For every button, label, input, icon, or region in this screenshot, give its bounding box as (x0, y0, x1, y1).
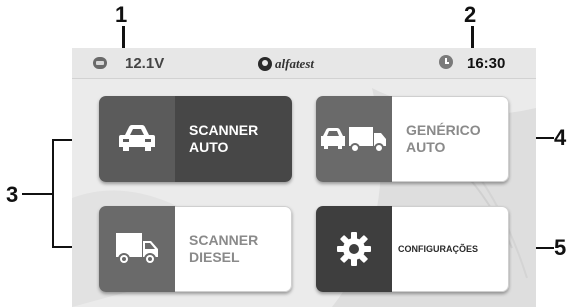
generico-auto-button[interactable]: GENÉRICO AUTO (316, 96, 509, 182)
callout-2: 2 (464, 2, 477, 27)
tile-icon-area (99, 96, 175, 182)
clock-icon (439, 55, 453, 69)
tile-label-line1: SCANNER (189, 232, 259, 248)
clock-time: 16:30 (467, 55, 506, 72)
device-screen: 12.1V alfatest 16:30 SCANNER AUTO GENÉRI… (72, 48, 536, 307)
scanner-diesel-button[interactable]: SCANNER DIESEL (99, 206, 292, 292)
tile-label-line1: GENÉRICO (406, 122, 481, 138)
tile-label: SCANNER AUTO (175, 96, 292, 182)
tile-label-line2: DIESEL (189, 249, 240, 265)
tile-label: GENÉRICO AUTO (392, 96, 509, 182)
configuracoes-button[interactable]: CONFIGURAÇÕES (316, 206, 509, 292)
brand-logo: alfatest (258, 55, 314, 73)
status-bar: 12.1V alfatest 16:30 (72, 48, 536, 79)
callout-3: 3 (6, 182, 19, 207)
callout-2-line (471, 26, 474, 50)
tile-label: SCANNER DIESEL (175, 206, 292, 292)
truck-icon (116, 233, 158, 265)
callout-3-line-horizontal (22, 193, 54, 195)
callout-1: 1 (115, 2, 128, 27)
tile-label-line2: AUTO (406, 139, 446, 155)
tile-icon-area (316, 206, 392, 292)
tile-label-line2: AUTO (189, 139, 229, 155)
gear-icon (337, 232, 371, 266)
logo-mark-icon (258, 57, 272, 71)
car-truck-icon (321, 127, 386, 153)
callout-4: 4 (554, 125, 567, 150)
logo-text: alfatest (275, 56, 314, 71)
voltage-readout: 12.1V (125, 55, 165, 72)
car-icon (119, 125, 155, 151)
tile-label-line1: CONFIGURAÇÕES (398, 243, 479, 254)
battery-icon (93, 57, 107, 69)
callout-3-line-vertical (52, 139, 54, 247)
tile-label-line1: SCANNER (189, 122, 259, 138)
callout-5: 5 (554, 235, 567, 260)
callout-1-line (122, 26, 125, 50)
scanner-auto-button[interactable]: SCANNER AUTO (99, 96, 292, 182)
tile-label: CONFIGURAÇÕES (392, 206, 509, 292)
tile-icon-area (99, 206, 175, 292)
tile-icon-area (316, 96, 392, 182)
